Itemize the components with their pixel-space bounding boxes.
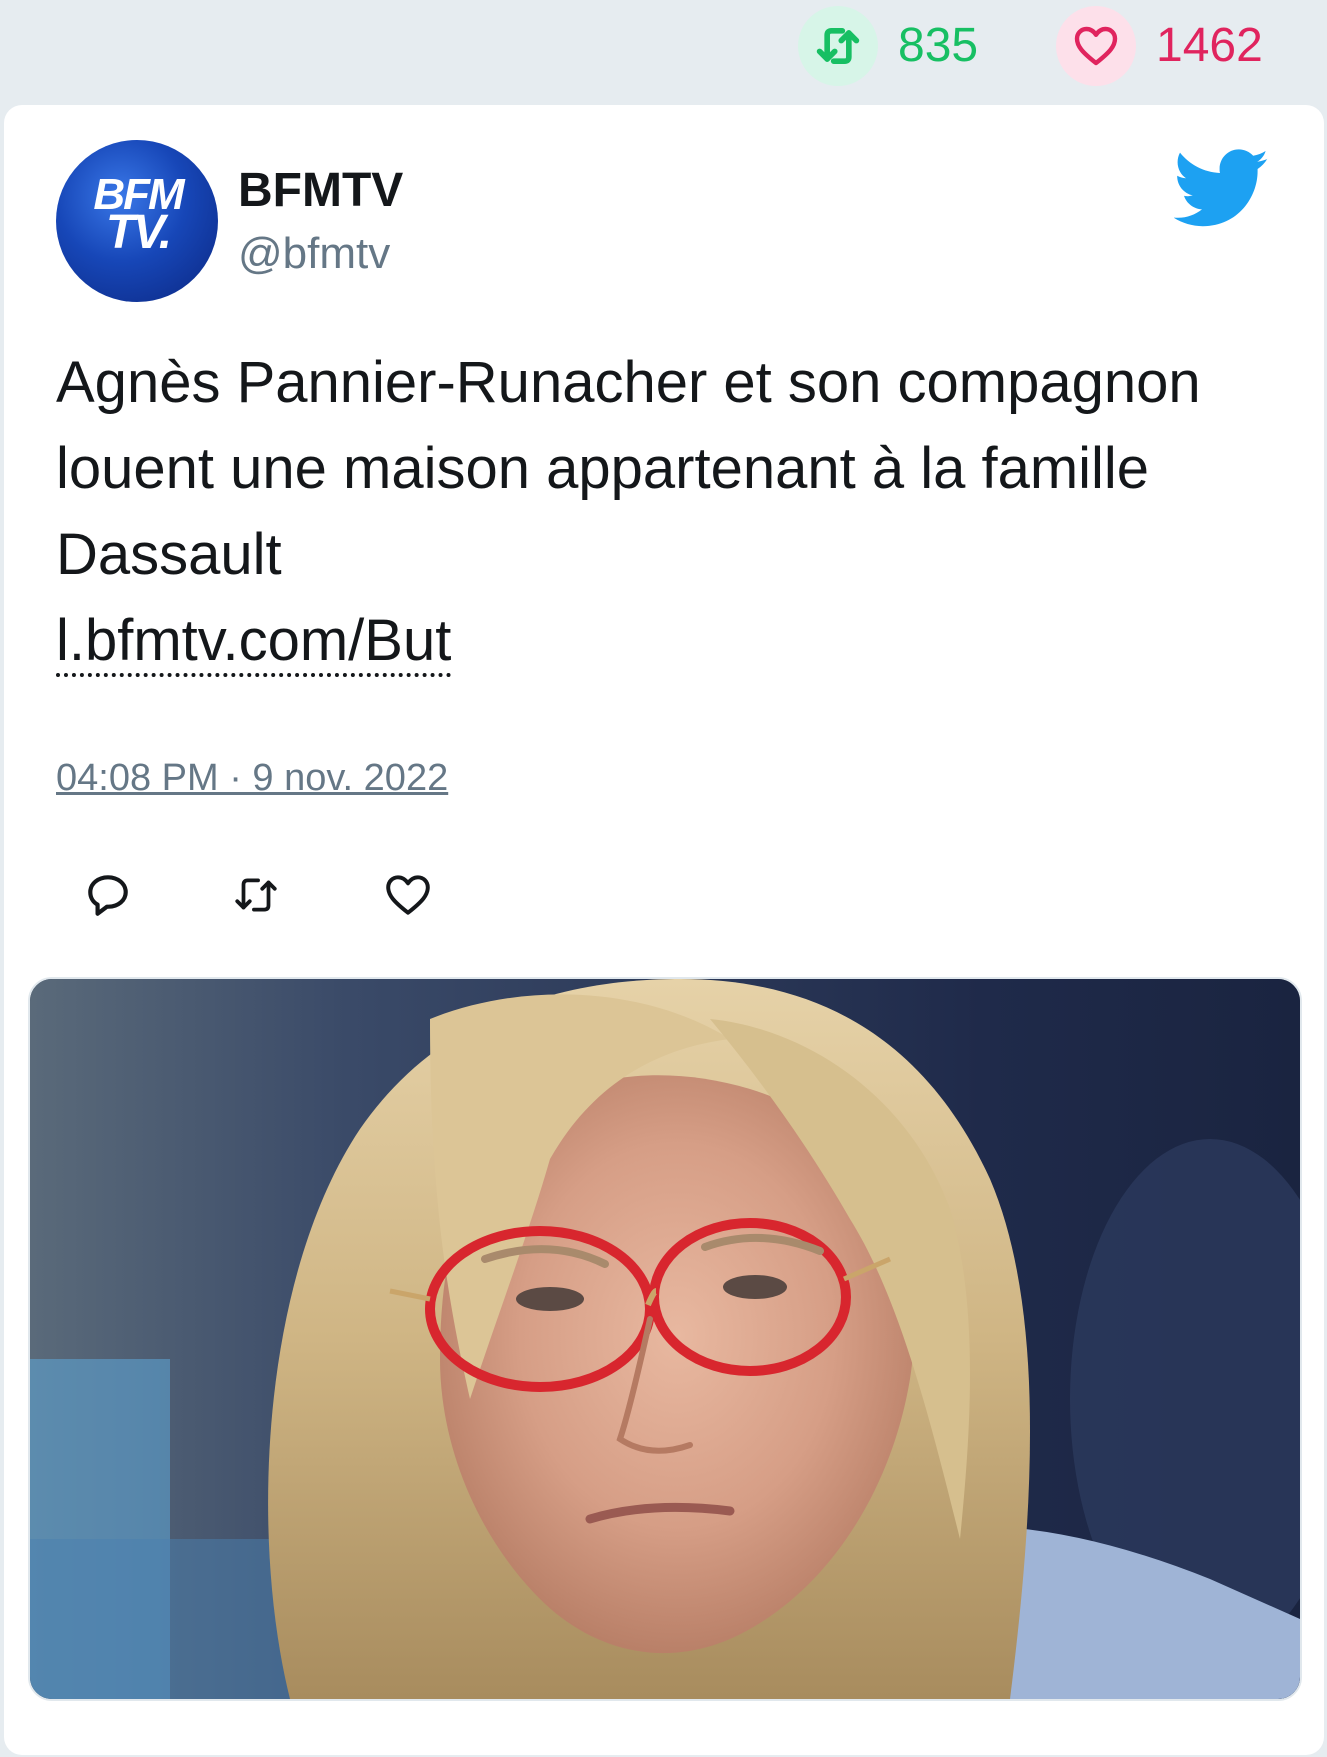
tweet-photo[interactable] [28,977,1302,1701]
reply-icon [83,870,133,925]
tweet-text: Agnès Pannier-Runacher et son compagnon … [56,340,1236,684]
avatar-logo-line2: TV. [105,206,172,260]
author-handle[interactable]: @bfmtv [238,229,390,279]
heart-icon [1056,6,1136,86]
like-count: 1462 [1156,19,1263,72]
avatar[interactable]: BFM TV. [56,140,218,302]
like-button[interactable] [376,865,440,929]
retweet-icon [798,6,878,86]
twitter-bird-icon[interactable] [1173,149,1270,229]
tweet-body: Agnès Pannier-Runacher et son compagnon … [56,350,1201,587]
author-name[interactable]: BFMTV [238,163,403,218]
bfmtv-logo: BFM TV. [82,172,194,260]
retweet-stat[interactable]: 835 [798,6,978,86]
retweet-button[interactable] [224,865,288,929]
engagement-stats: 835 1462 [0,0,1327,100]
tweet-link[interactable]: l.bfmtv.com/But [56,609,452,677]
reply-button[interactable] [76,865,140,929]
like-stat[interactable]: 1462 [1056,6,1263,86]
retweet-icon [227,870,285,925]
tweet-timestamp[interactable]: 04:08 PM · 9 nov. 2022 [56,757,448,800]
heart-icon [383,870,433,925]
portrait-photo [30,979,1300,1699]
tweet-card: BFM TV. BFMTV @bfmtv Agnès Pannier-Runac… [4,105,1324,1755]
retweet-count: 835 [898,19,979,72]
